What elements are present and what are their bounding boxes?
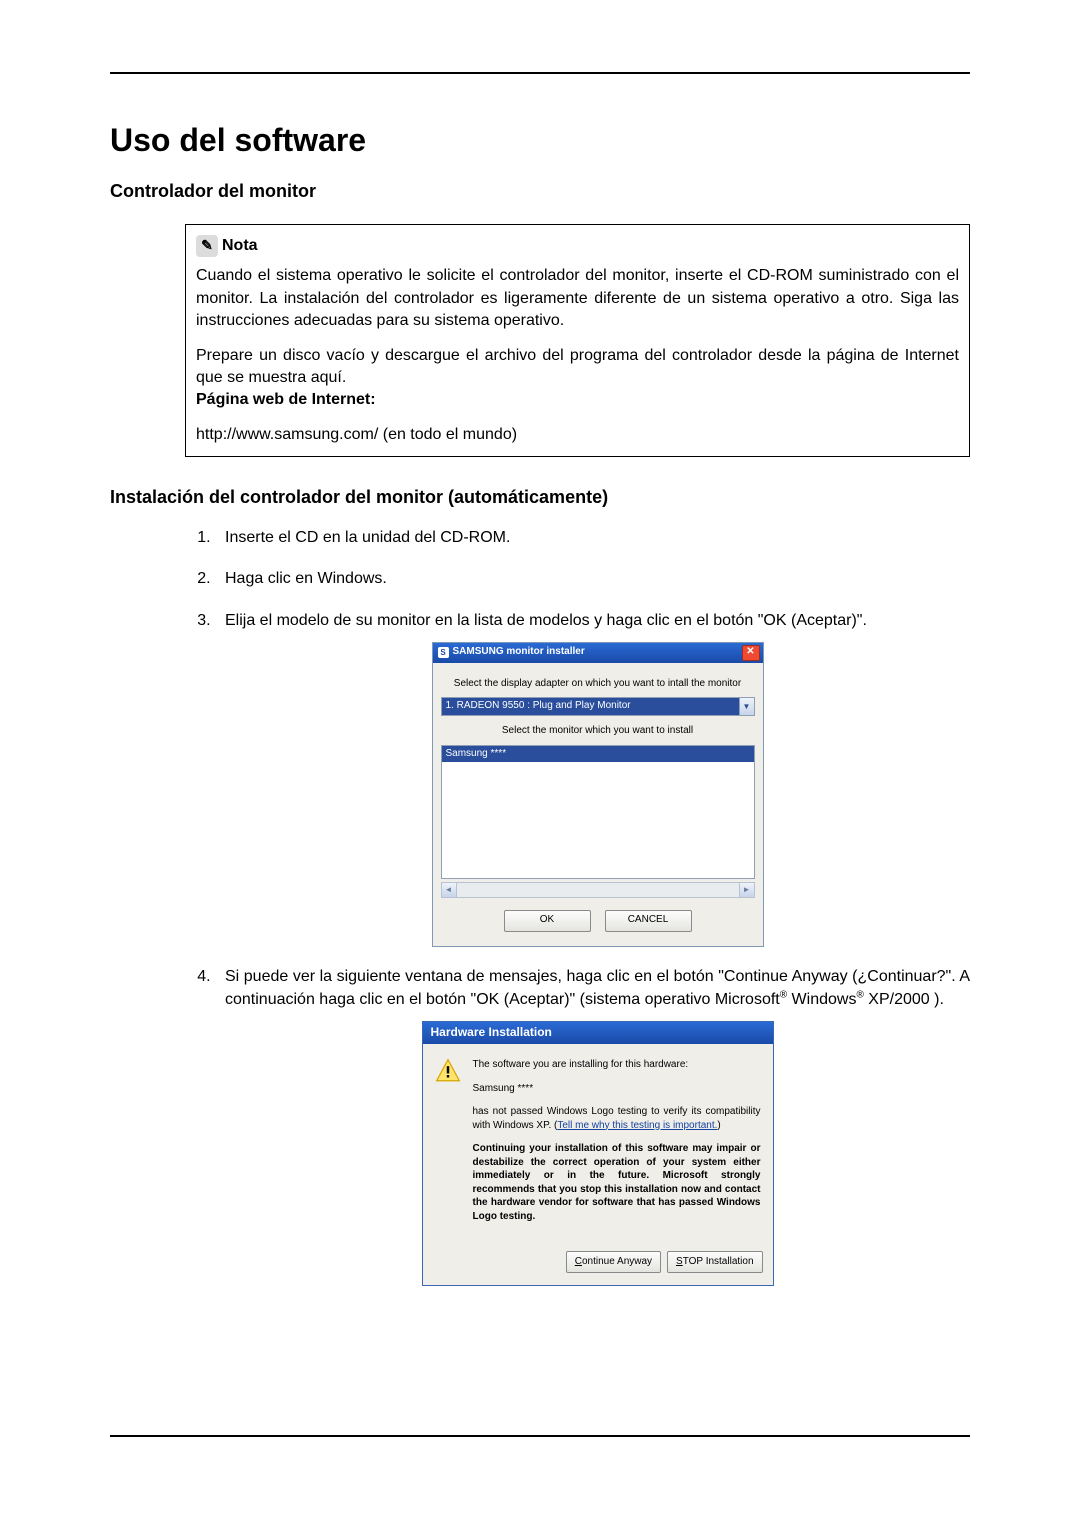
step-2: Haga clic en Windows.: [215, 567, 970, 590]
hardware-warning-dialog: Hardware Installation: [422, 1021, 774, 1286]
note-url: http://www.samsung.com/ (en todo el mund…: [196, 424, 959, 446]
step-4-text-c: XP/2000 ).: [864, 991, 944, 1008]
section2-title: Instalación del controlador del monitor …: [110, 487, 970, 508]
steps-list: Inserte el CD en la unidad del CD-ROM. H…: [185, 526, 970, 1286]
installer-titlebar: S SAMSUNG monitor installer ✕: [433, 643, 763, 663]
warning-line2b: ): [717, 1120, 720, 1131]
chevron-down-icon[interactable]: ▼: [739, 698, 754, 715]
warning-line1: The software you are installing for this…: [473, 1058, 761, 1072]
warning-bold-text: Continuing your installation of this sof…: [473, 1142, 761, 1223]
installer-label-monitor: Select the monitor which you want to ins…: [441, 724, 755, 739]
note-label: Nota: [222, 235, 258, 257]
step-3: Elija el modelo de su monitor en la list…: [215, 609, 970, 947]
warning-link[interactable]: Tell me why this testing is important.: [557, 1120, 717, 1131]
horizontal-scrollbar[interactable]: ◄ ►: [441, 882, 755, 898]
adapter-combobox[interactable]: 1. RADEON 9550 : Plug and Play Monitor ▼: [441, 697, 755, 716]
warning-icon: [435, 1058, 461, 1084]
warning-title: Hardware Installation: [431, 1024, 552, 1041]
installer-logo-icon: S: [438, 647, 449, 658]
step-4-text-b: Windows: [787, 991, 856, 1008]
page-title: Uso del software: [110, 122, 970, 159]
close-icon[interactable]: ✕: [742, 645, 760, 661]
registered-icon: ®: [856, 990, 863, 1001]
installer-dialog: S SAMSUNG monitor installer ✕ Select the…: [432, 642, 764, 947]
step-4: Si puede ver la siguiente ventana de men…: [215, 965, 970, 1286]
ok-button[interactable]: OK: [504, 910, 591, 932]
stop-installation-button[interactable]: STOP Installation: [667, 1251, 762, 1273]
section-subtitle: Controlador del monitor: [110, 181, 970, 202]
stop-label-rest: TOP Installation: [683, 1256, 754, 1267]
cancel-button[interactable]: CANCEL: [605, 910, 692, 932]
note-box: ✎ Nota Cuando el sistema operativo le so…: [185, 224, 970, 457]
scroll-track[interactable]: [457, 883, 739, 897]
step-4-text-a: Si puede ver la siguiente ventana de men…: [225, 968, 970, 1008]
scroll-left-icon[interactable]: ◄: [442, 883, 457, 897]
note-web-label: Página web de Internet:: [196, 391, 376, 408]
registered-icon: ®: [780, 990, 787, 1001]
note-paragraph-2: Prepare un disco vacío y descargue el ar…: [196, 347, 959, 386]
installer-label-adapter: Select the display adapter on which you …: [441, 677, 755, 692]
adapter-selected: 1. RADEON 9550 : Plug and Play Monitor: [442, 698, 739, 715]
step-3-text: Elija el modelo de su monitor en la list…: [225, 612, 867, 629]
continue-label-rest: ontinue Anyway: [582, 1256, 652, 1267]
note-icon: ✎: [196, 235, 218, 257]
warning-product: Samsung ****: [473, 1082, 761, 1096]
step-1: Inserte el CD en la unidad del CD-ROM.: [215, 526, 970, 549]
continue-anyway-button[interactable]: Continue Anyway: [566, 1251, 661, 1273]
monitor-listbox[interactable]: Samsung ****: [441, 745, 755, 879]
installer-title: SAMSUNG monitor installer: [453, 645, 585, 660]
note-paragraph-1: Cuando el sistema operativo le solicite …: [196, 265, 959, 332]
monitor-list-item[interactable]: Samsung ****: [442, 746, 754, 763]
scroll-right-icon[interactable]: ►: [739, 883, 754, 897]
warning-titlebar: Hardware Installation: [423, 1022, 773, 1044]
